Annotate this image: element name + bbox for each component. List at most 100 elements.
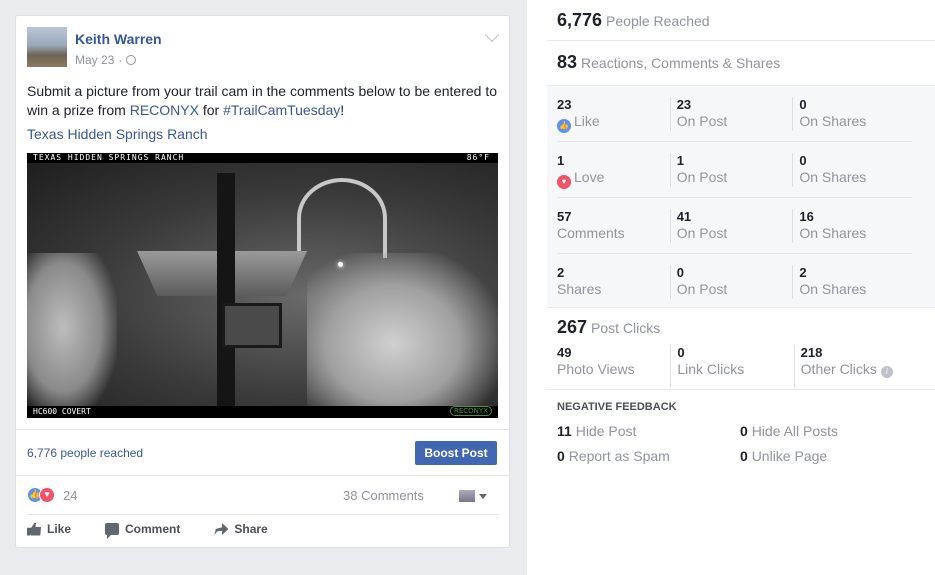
on-post-label: On Post (676, 225, 728, 241)
divider (547, 40, 935, 41)
reconyx-logo: RECONYX (450, 406, 492, 416)
likes-total: 23 👍 Like (547, 86, 670, 142)
likes-total-value: 23 (557, 97, 572, 112)
photo-views-value: 49 (557, 345, 572, 360)
hide-all-posts-value: 0 (740, 423, 748, 439)
likes-on-post-value: 23 (676, 97, 692, 112)
comments-on-shares: 16 On Shares (792, 209, 915, 243)
shares-on-post-value: 0 (676, 265, 684, 280)
likes-row: 23 👍 Like 23 On Post 0 On Shares (547, 86, 915, 142)
likes-on-shares: 0 On Shares (792, 97, 915, 131)
shares-row: 2 Shares 0 On Post 2 On Shares (547, 254, 915, 310)
mention-link[interactable]: RECONYX (130, 102, 199, 118)
comment-button[interactable]: Comment (105, 522, 181, 539)
on-shares-label: On Shares (799, 281, 867, 297)
comments-on-post: 41 On Post (669, 209, 793, 243)
engagement-label: Reactions, Comments & Shares (581, 55, 781, 71)
on-post-label: On Post (676, 169, 728, 185)
shares-on-post: 0 On Post (669, 265, 793, 299)
share-button[interactable]: Share (214, 522, 268, 536)
globe-icon (126, 55, 137, 65)
reach-row: 6,776 people reached Boost Post (16, 429, 509, 476)
on-shares-label: On Shares (799, 113, 867, 129)
love-row: 1 ♥ Love 1 On Post 0 On Shares (547, 142, 915, 198)
hide-post-stat: 11 Hide Post (557, 423, 636, 439)
comments-count[interactable]: 38 Comments (343, 488, 424, 503)
comments-on-shares-value: 16 (799, 209, 814, 224)
likes-label: Like (574, 113, 600, 129)
love-on-post: 1 On Post (669, 153, 793, 187)
author-avatar[interactable] (27, 27, 67, 67)
like-label: Like (47, 522, 72, 536)
hide-post-label: Hide Post (575, 423, 637, 439)
engagement-value: 83 (557, 52, 578, 72)
camera-top-overlay: TEXAS HIDDEN SPRINGS RANCH 86°F (27, 153, 498, 163)
report-spam-value: 0 (557, 448, 565, 464)
feeder-box (222, 303, 282, 348)
camera-bottom-overlay: HC600 COVERT RECONYX (27, 406, 498, 418)
engagement-breakdown: 23 👍 Like 23 On Post 0 On Shares 1 ♥ Love 1 On … (547, 85, 935, 308)
camera-temp-text: 86°F (466, 153, 490, 162)
clicks-breakdown: 49 Photo Views 0 Link Clicks 218 Other Clic… (547, 345, 917, 387)
share-icon (214, 523, 229, 535)
like-button[interactable]: Like (27, 522, 71, 536)
reaction-count[interactable]: 24 (63, 488, 77, 503)
post-text-part: for (198, 102, 224, 118)
info-icon[interactable]: i (880, 366, 893, 378)
post-clicks-value: 267 (557, 317, 588, 337)
shares-total-value: 2 (557, 265, 565, 280)
shares-on-shares: 2 On Shares (792, 265, 915, 299)
people-reached-stat: 6,776 People Reached (557, 10, 710, 31)
comments-total-value: 57 (557, 209, 572, 224)
buck (307, 253, 498, 418)
people-reached-value: 6,776 (557, 10, 603, 30)
post-text-part: ! (340, 102, 345, 118)
buck-eye (338, 262, 343, 267)
post-date[interactable]: May 23 (75, 53, 114, 67)
share-label: Share (234, 522, 268, 536)
hide-all-posts-stat: 0 Hide All Posts (740, 423, 838, 439)
unlike-page-value: 0 (740, 448, 748, 464)
on-shares-label: On Shares (799, 169, 867, 185)
chevron-down-icon[interactable] (484, 27, 500, 43)
on-post-label: On Post (676, 281, 728, 297)
location-link[interactable]: Texas Hidden Springs Ranch (27, 126, 208, 142)
doe (27, 253, 117, 418)
post-text: Submit a picture from your trail cam in … (27, 82, 497, 120)
shares-total: 2 Shares (547, 254, 670, 310)
post-as-selector[interactable] (459, 488, 489, 504)
photo-scene (27, 163, 498, 418)
reaction-icons[interactable]: 👍 ♥ (27, 487, 55, 503)
shares-on-shares-value: 2 (799, 265, 807, 280)
caret-down-icon (479, 493, 487, 499)
post-clicks-stat: 267 Post Clicks (557, 317, 660, 338)
hashtag-link[interactable]: #TrailCamTuesday (223, 102, 340, 118)
insights-panel: 6,776 People Reached 83 Reactions, Comment… (527, 0, 935, 575)
on-post-label: On Post (676, 113, 728, 129)
love-total-value: 1 (557, 153, 565, 168)
love-on-shares: 0 On Shares (792, 153, 915, 187)
unlike-page-stat: 0 Unlike Page (740, 448, 827, 464)
report-spam-stat: 0 Report as Spam (557, 448, 670, 464)
engagement-stat: 83 Reactions, Comments & Shares (557, 52, 780, 73)
meta-dot: · (118, 53, 123, 67)
post-photo[interactable]: TEXAS HIDDEN SPRINGS RANCH 86°F HC600 CO… (27, 153, 498, 418)
boost-post-button[interactable]: Boost Post (415, 441, 497, 465)
people-reached-link[interactable]: 6,776 people reached (27, 446, 143, 460)
comments-on-post-value: 41 (676, 209, 692, 224)
likes-on-post: 23 On Post (669, 97, 793, 131)
love-reaction-icon: ♥ (39, 487, 55, 503)
other-clicks: 218 Other Clicks i (793, 345, 917, 387)
camera-location-text: TEXAS HIDDEN SPRINGS RANCH (33, 153, 185, 162)
love-label: Love (574, 169, 605, 185)
love-icon: ♥ (557, 175, 571, 189)
link-clicks: 0 Link Clicks (670, 345, 793, 387)
love-total: 1 ♥ Love (547, 142, 670, 198)
author-name[interactable]: Keith Warren (75, 31, 162, 47)
comment-label: Comment (125, 522, 181, 536)
love-on-post-value: 1 (676, 153, 684, 168)
likes-on-shares-value: 0 (799, 97, 807, 112)
link-clicks-label: Link Clicks (677, 361, 745, 377)
camera-model-text: HC600 COVERT (33, 407, 91, 416)
like-icon: 👍 (557, 119, 571, 133)
